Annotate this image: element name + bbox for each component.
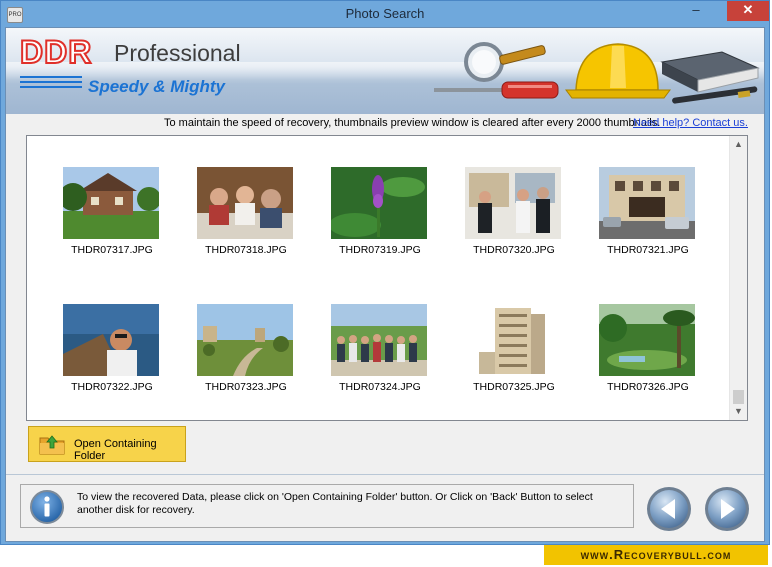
magnifier-icon (464, 42, 546, 82)
back-button[interactable] (646, 486, 692, 532)
screwdriver-icon (434, 81, 559, 99)
thumbnail-image[interactable] (331, 304, 427, 376)
tools-illustration (434, 42, 760, 104)
thumbnail-item[interactable]: THDR07319.JPG (315, 167, 445, 277)
thumbnail-item[interactable]: THDR07320.JPG (449, 167, 579, 277)
thumbnail-item[interactable]: THDR07324.JPG (315, 304, 445, 414)
edition-label: Professional (114, 40, 241, 66)
thumbnail-item[interactable]: THDR07318.JPG (181, 167, 311, 277)
open-containing-folder-button[interactable]: Open Containing Folder (28, 426, 186, 462)
close-button[interactable]: ✕ (727, 1, 769, 21)
window-title: Photo Search (345, 6, 425, 21)
thumbnail-limit-message: To maintain the speed of recovery, thumb… (164, 117, 661, 129)
book-icon (660, 51, 760, 93)
minimize-button[interactable]: – (683, 1, 709, 21)
thumbnail-filename: THDR07324.JPG (339, 381, 421, 393)
thumbnail-image[interactable] (197, 167, 293, 239)
info-icon (30, 490, 64, 524)
thumbnail-image[interactable] (465, 167, 561, 239)
thumbnail-image[interactable] (63, 304, 159, 376)
scroll-down-arrow-icon[interactable]: ▼ (730, 403, 747, 420)
scroll-up-arrow-icon[interactable]: ▲ (730, 136, 747, 153)
website-badge: www.Recoverybull.com (544, 545, 768, 565)
help-contact-link[interactable]: Need help? Contact us. (633, 117, 748, 129)
thumbnail-filename: THDR07320.JPG (473, 244, 555, 256)
thumbnail-item[interactable]: THDR07317.JPG (47, 167, 177, 277)
thumbnail-item[interactable]: THDR07322.JPG (47, 304, 177, 414)
footer: www.Recoverybull.com (0, 545, 772, 567)
vertical-scrollbar[interactable]: ▲ ▼ (729, 136, 747, 420)
brand-logo: DDR (19, 33, 93, 71)
thumbnail-grid: THDR07317.JPG THDR07318.JPG THDR07319.JPG T… (27, 136, 731, 420)
thumbnail-filename: THDR07323.JPG (205, 381, 287, 393)
scroll-thumb[interactable] (733, 390, 744, 404)
thumbnail-image[interactable] (197, 304, 293, 376)
open-folder-label: Open Containing Folder (74, 438, 157, 462)
client-area: DDR Professional Speedy & Mighty To main… (5, 27, 765, 542)
header-banner: DDR Professional Speedy & Mighty (6, 28, 764, 114)
thumbnail-panel[interactable]: THDR07317.JPG THDR07318.JPG THDR07319.JPG T… (26, 135, 748, 421)
thumbnail-item[interactable]: THDR07326.JPG (583, 304, 713, 414)
section-divider (6, 474, 764, 475)
pen-icon (672, 86, 758, 104)
app-window: PRO Photo Search – ✕ DDR Professional Sp… (0, 0, 770, 545)
hardhat-icon (565, 43, 671, 99)
instruction-text: To view the recovered Data, please click… (77, 491, 593, 516)
info-strip: To maintain the speed of recovery, thumb… (6, 114, 764, 132)
thumbnail-image[interactable] (465, 304, 561, 376)
thumbnail-filename: THDR07321.JPG (607, 244, 689, 256)
title-bar[interactable]: PRO Photo Search – ✕ (1, 1, 769, 27)
thumbnail-item[interactable]: THDR07325.JPG (449, 304, 579, 414)
tagline: Speedy & Mighty (88, 77, 225, 96)
thumbnail-filename: THDR07326.JPG (607, 381, 689, 393)
thumbnail-filename: THDR07325.JPG (473, 381, 555, 393)
folder-icon (39, 435, 65, 455)
thumbnail-filename: THDR07322.JPG (71, 381, 153, 393)
next-button[interactable] (704, 486, 750, 532)
thumbnail-image[interactable] (63, 167, 159, 239)
speed-lines-decor (20, 76, 82, 92)
thumbnail-filename: THDR07318.JPG (205, 244, 287, 256)
thumbnail-filename: THDR07317.JPG (71, 244, 153, 256)
thumbnail-image[interactable] (331, 167, 427, 239)
instruction-bar: To view the recovered Data, please click… (20, 484, 634, 528)
thumbnail-item[interactable]: THDR07323.JPG (181, 304, 311, 414)
thumbnail-image[interactable] (599, 304, 695, 376)
thumbnail-filename: THDR07319.JPG (339, 244, 421, 256)
thumbnail-item[interactable]: THDR07321.JPG (583, 167, 713, 277)
thumbnail-image[interactable] (599, 167, 695, 239)
